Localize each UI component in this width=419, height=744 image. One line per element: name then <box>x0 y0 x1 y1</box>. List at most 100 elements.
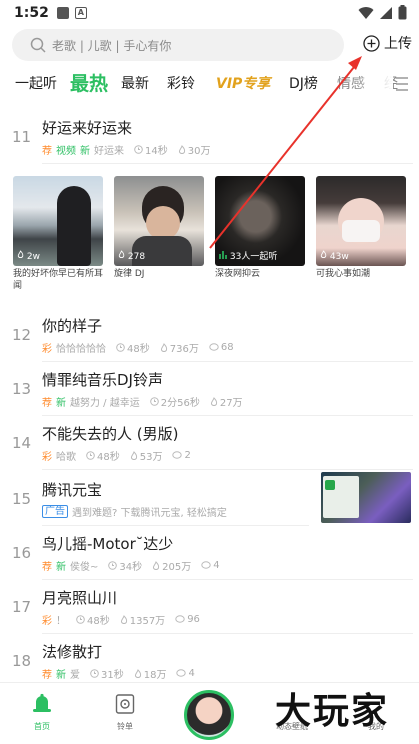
nav-home-label: 首页 <box>34 722 50 731</box>
flame-icon <box>134 668 141 678</box>
flame-icon <box>210 396 217 406</box>
category-tabs: 一起听 最热 最新 彩铃 VIP专享 DJ榜 情感 经 <box>0 66 419 102</box>
song-comments: 2 <box>184 450 191 461</box>
list-item[interactable]: 13 情罪纯音乐DJ铃声 荐 新 越努力 / 越幸运 2分56秒 27万 <box>0 366 419 416</box>
home-bell-icon <box>33 693 51 712</box>
song-plays: 30万 <box>187 146 211 157</box>
notification-square-icon <box>56 7 69 19</box>
wifi-icon <box>358 6 374 19</box>
song-plays: 27万 <box>219 398 243 409</box>
recommend-tag: 荐 <box>42 398 52 409</box>
song-artist: 越努力 / 越幸运 <box>70 398 140 409</box>
song-meta: 荐 新 爱 31秒 18万 4 <box>42 666 195 681</box>
song-rank: 12 <box>12 326 32 344</box>
equalizer-icon <box>219 251 227 259</box>
battery-icon <box>398 5 407 20</box>
status-time: 1:52 <box>14 5 49 21</box>
song-title: 月亮照山川 <box>42 589 118 607</box>
flame-icon <box>178 144 185 154</box>
tab-listen-together[interactable]: 一起听 <box>15 66 57 102</box>
video-thumbnail: 43w <box>316 176 406 266</box>
playlist-icon <box>115 694 135 714</box>
song-rank: 14 <box>12 434 32 452</box>
list-item[interactable]: 14 不能失去的人 (男版) 彩 哈歌 48秒 53万 2 <box>0 420 419 470</box>
new-tag: 新 <box>56 398 66 409</box>
video-count: 33人一起听 <box>219 249 277 262</box>
song-title: 好运来好运来 <box>42 119 133 137</box>
flame-icon <box>153 560 160 570</box>
song-rank: 18 <box>12 652 32 670</box>
song-plays: 736万 <box>169 344 199 355</box>
divider <box>42 361 413 362</box>
song-duration: 48秒 <box>127 344 150 355</box>
comment-icon <box>172 451 183 459</box>
video-caption: 旋律 DJ <box>114 269 145 279</box>
tab-dj-chart[interactable]: DJ榜 <box>289 66 318 102</box>
ad-image[interactable] <box>321 472 411 523</box>
list-item[interactable]: 17 月亮照山川 彩 ！ 48秒 1357万 96 <box>0 584 419 634</box>
nav-home[interactable]: 首页 <box>12 691 72 732</box>
song-meta: 荐 新 越努力 / 越幸运 2分56秒 27万 <box>42 394 243 409</box>
video-caption: 可我心事如潮 <box>316 269 371 279</box>
plus-circle-icon <box>363 34 380 52</box>
recommend-tag: 荐 <box>42 670 52 681</box>
song-comments: 68 <box>220 342 234 353</box>
search-input[interactable]: 老歌 | 儿歌 | 手心有你 <box>12 29 344 61</box>
divider <box>42 163 413 164</box>
video-row: 2w 我的好坏你早已有所耳闻 278 旋律 DJ 33人一起听 深夜网抑云 43… <box>13 176 413 291</box>
list-item[interactable]: 16 鸟儿摇-Motor˘达少 荐 新 侯俊~ 34秒 205万 4 <box>0 530 419 580</box>
nav-playlist[interactable]: 铃单 <box>95 691 155 732</box>
video-card[interactable]: 278 旋律 DJ <box>114 176 204 280</box>
tabs-fade <box>353 66 393 102</box>
video-card[interactable]: 33人一起听 深夜网抑云 <box>215 176 305 280</box>
video-caption: 我的好坏你早已有所耳闻 <box>13 269 104 291</box>
song-rank: 16 <box>12 544 32 562</box>
comment-icon <box>209 343 219 351</box>
song-title: 不能失去的人 (男版) <box>42 425 179 443</box>
song-artist: 爱 <box>70 670 80 681</box>
tab-hottest[interactable]: 最热 <box>70 66 108 102</box>
song-plays: 18万 <box>143 670 167 681</box>
song-plays: 53万 <box>139 452 163 463</box>
search-row: 老歌 | 儿歌 | 手心有你 上传 <box>12 29 412 61</box>
list-item[interactable]: 18 法修散打 荐 新 爱 31秒 18万 4 <box>0 638 419 688</box>
comment-icon <box>175 615 185 623</box>
tab-ringtone[interactable]: 彩铃 <box>167 66 195 102</box>
song-duration: 31秒 <box>101 670 124 681</box>
flame-icon <box>17 250 24 258</box>
song-meta: 彩 恰恰恰恰恰 48秒 736万 68 <box>42 340 234 355</box>
list-item[interactable]: 12 你的样子 彩 恰恰恰恰恰 48秒 736万 68 <box>0 312 419 362</box>
ad-tag: 广告 <box>42 505 68 518</box>
video-thumbnail: 278 <box>114 176 204 266</box>
song-meta: 荐 新 侯俊~ 34秒 205万 4 <box>42 558 220 573</box>
recommend-tag: 荐 <box>42 146 52 157</box>
song-duration: 48秒 <box>87 616 110 627</box>
player-avatar[interactable] <box>184 690 234 740</box>
menu-icon[interactable] <box>395 76 409 92</box>
song-comments: 4 <box>213 560 220 571</box>
song-artist: 哈歌 <box>56 452 76 463</box>
clock-icon <box>76 615 85 624</box>
video-card[interactable]: 43w 可我心事如潮 <box>316 176 406 280</box>
signal-icon <box>380 6 392 19</box>
ringtone-tag: 彩 <box>42 452 52 463</box>
list-item[interactable]: 11 好运来好运来 荐 视频 新 好运来 14秒 30万 <box>0 114 419 164</box>
song-artist: ！ <box>56 616 66 627</box>
search-placeholder: 老歌 | 儿歌 | 手心有你 <box>52 38 172 53</box>
upload-button[interactable]: 上传 <box>363 33 412 53</box>
upload-label: 上传 <box>384 36 412 52</box>
video-card[interactable]: 2w 我的好坏你早已有所耳闻 <box>13 176 103 292</box>
song-comments: 96 <box>187 614 200 625</box>
comment-icon <box>201 561 211 569</box>
tab-vip[interactable]: VIP专享 <box>216 66 270 102</box>
song-title: 你的样子 <box>42 317 103 335</box>
flame-icon <box>130 450 137 460</box>
flame-icon <box>320 250 327 258</box>
song-artist: 恰恰恰恰恰 <box>56 344 106 355</box>
song-duration: 14秒 <box>145 146 168 157</box>
video-count: 43w <box>320 250 349 262</box>
song-meta: 彩 ！ 48秒 1357万 96 <box>42 612 200 627</box>
song-plays: 1357万 <box>129 616 166 627</box>
clock-icon <box>149 397 159 406</box>
tab-newest[interactable]: 最新 <box>121 66 149 102</box>
